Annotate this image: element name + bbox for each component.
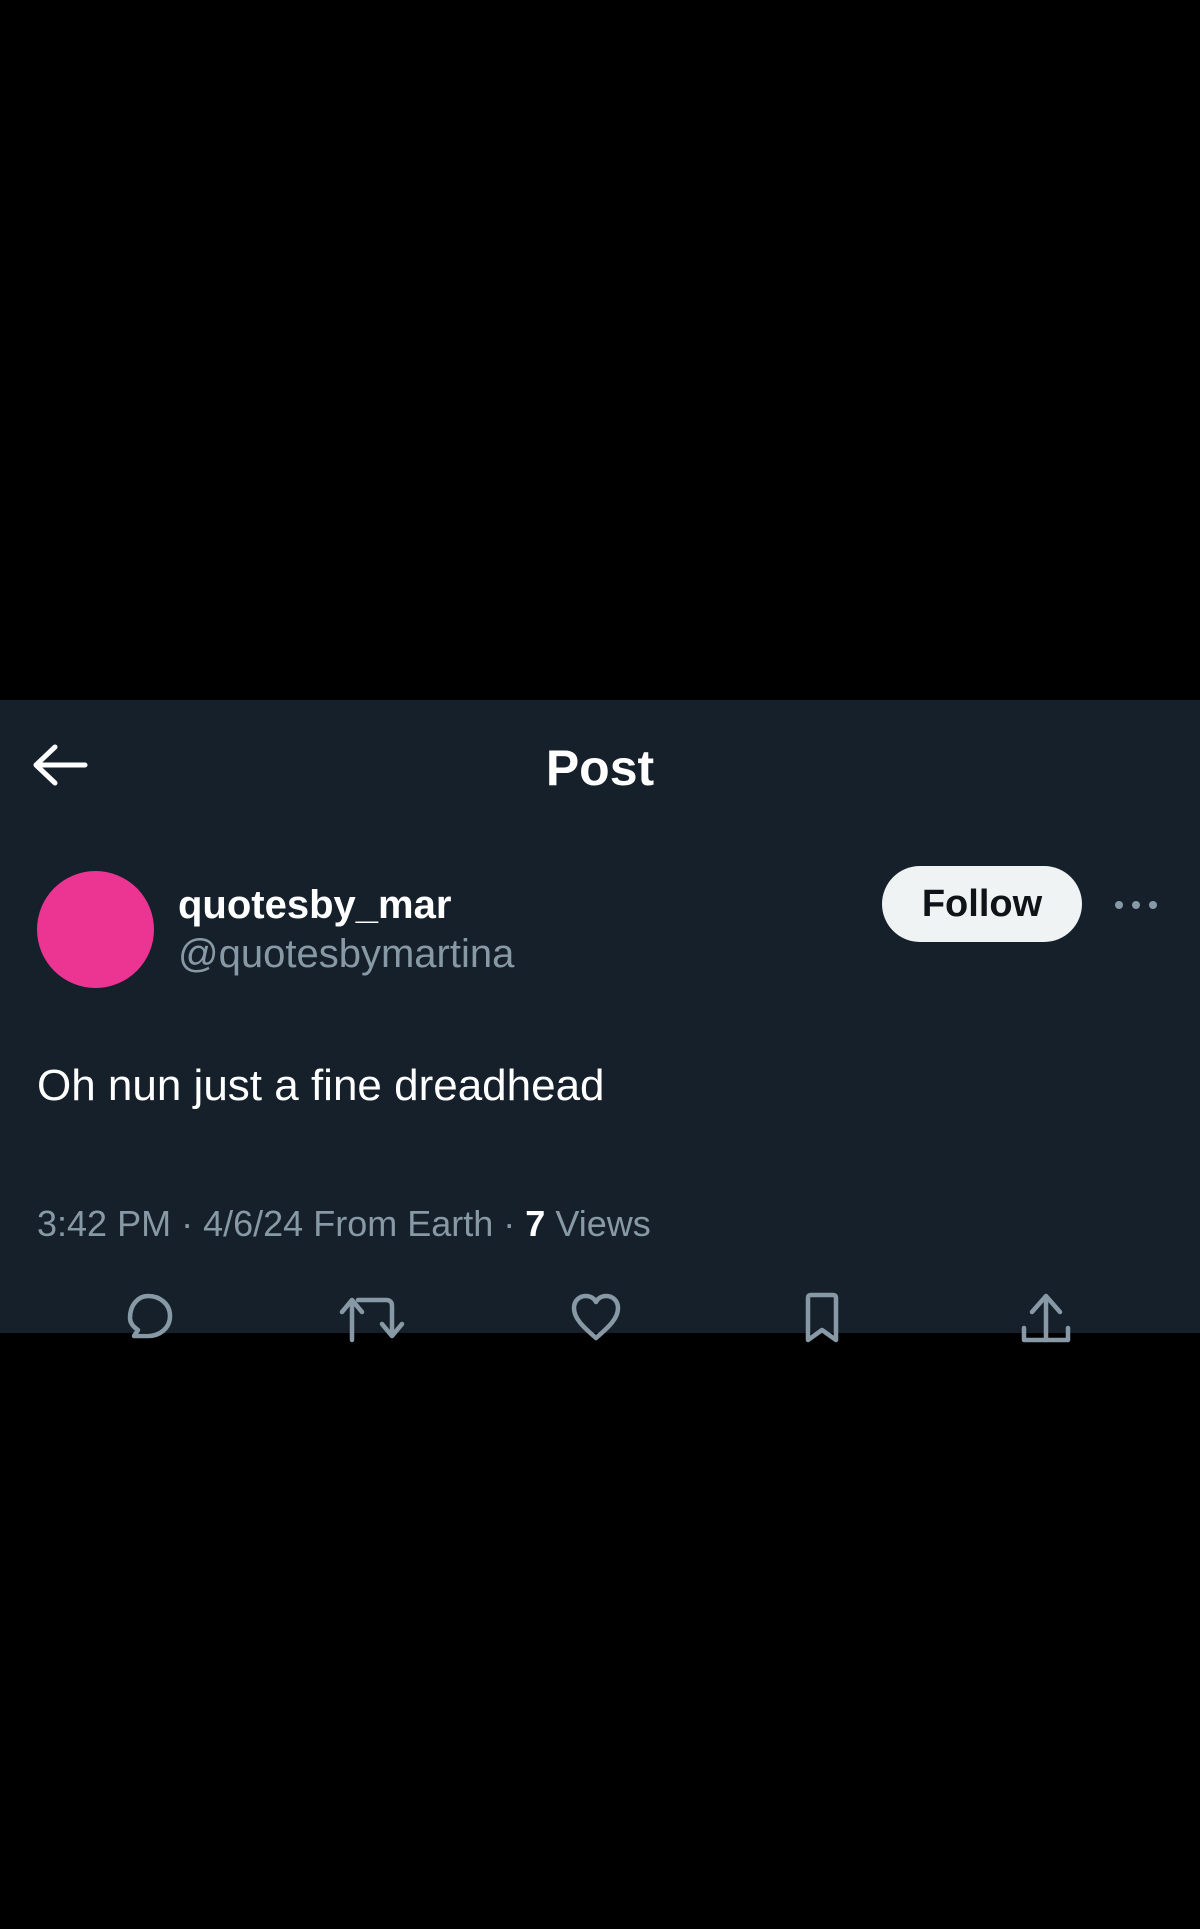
bookmark-icon bbox=[805, 1292, 839, 1343]
share-icon bbox=[1021, 1293, 1071, 1343]
page-title: Post bbox=[545, 740, 655, 796]
repost-icon bbox=[339, 1297, 405, 1343]
post-text: Oh nun just a fine dreadhead bbox=[37, 1061, 605, 1110]
like-button[interactable] bbox=[556, 1284, 636, 1354]
repost-button[interactable] bbox=[332, 1284, 412, 1354]
heart-icon bbox=[571, 1293, 621, 1341]
share-button[interactable] bbox=[1006, 1284, 1086, 1354]
author-display-name[interactable]: quotesby_mar bbox=[178, 880, 451, 930]
separator: · bbox=[503, 1203, 516, 1244]
views-count[interactable]: 7 bbox=[525, 1203, 545, 1244]
post-date: 4/6/24 bbox=[203, 1203, 304, 1244]
bookmark-button[interactable] bbox=[782, 1284, 862, 1354]
more-horizontal-icon bbox=[1115, 901, 1157, 909]
reply-icon bbox=[127, 1293, 173, 1339]
author-handle[interactable]: @quotesbymartina bbox=[178, 929, 514, 979]
reply-button[interactable] bbox=[108, 1284, 188, 1354]
views-label[interactable]: Views bbox=[555, 1203, 650, 1244]
post-location: From Earth bbox=[313, 1203, 494, 1244]
more-options-button[interactable] bbox=[1108, 885, 1164, 925]
follow-button[interactable]: Follow bbox=[882, 866, 1082, 942]
separator: · bbox=[181, 1203, 194, 1244]
avatar[interactable] bbox=[37, 871, 154, 988]
post-time: 3:42 PM bbox=[37, 1203, 172, 1244]
post-metadata: 3:42 PM · 4/6/24 From Earth · 7 Views bbox=[37, 1198, 651, 1250]
